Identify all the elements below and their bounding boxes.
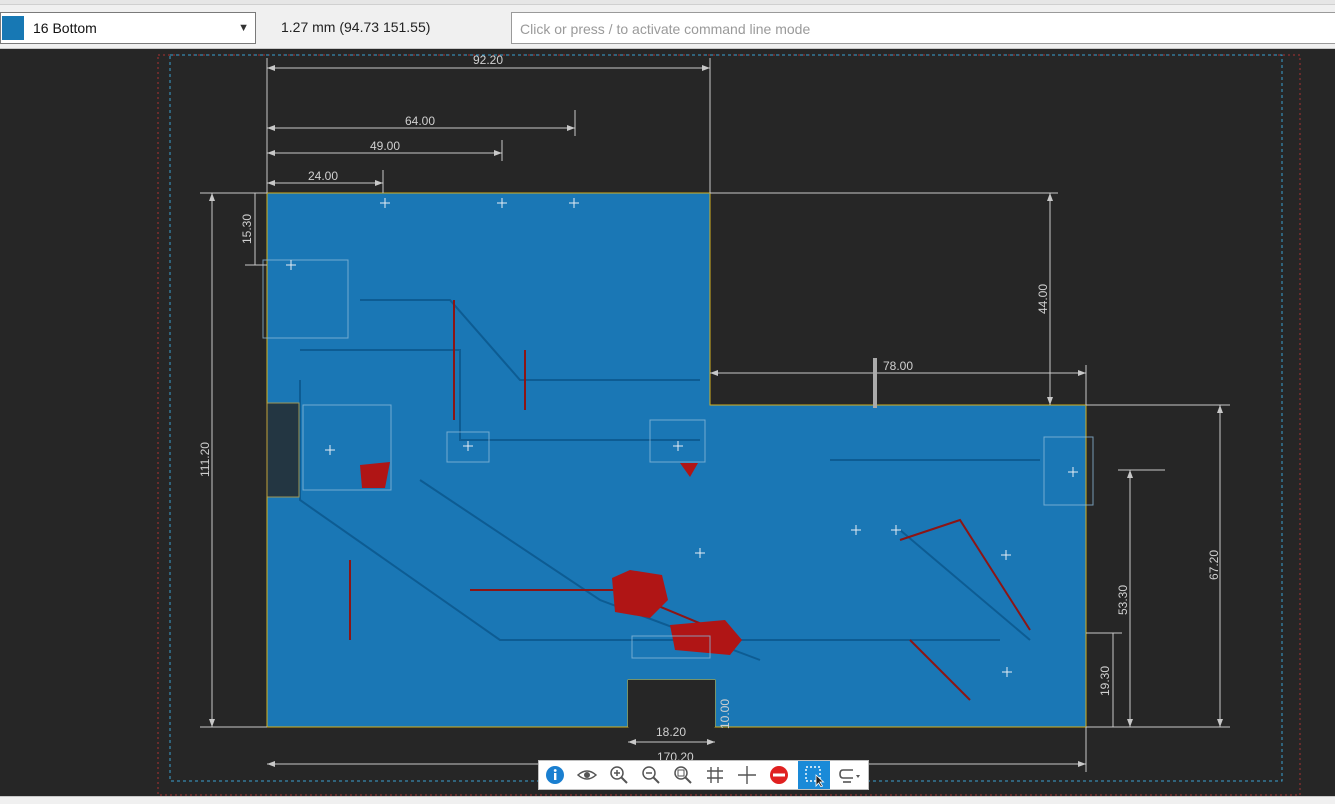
info-icon[interactable] bbox=[539, 761, 571, 789]
route-icon[interactable] bbox=[833, 761, 865, 789]
dimension-label: 111.20 bbox=[198, 442, 212, 477]
dimension-label: 15.30 bbox=[240, 213, 254, 244]
dimension-label: 67.20 bbox=[1207, 549, 1221, 580]
command-line-placeholder: Click or press / to activate command lin… bbox=[520, 21, 811, 37]
stop-icon[interactable] bbox=[763, 761, 795, 789]
cursor-coordinates: 1.27 mm (94.73 151.55) bbox=[281, 19, 431, 35]
dimension-label: 64.00 bbox=[405, 114, 436, 128]
dimension-label: 10.00 bbox=[718, 698, 732, 729]
layer-selector[interactable]: 16 Bottom ▼ bbox=[0, 12, 256, 44]
top-toolbar: 16 Bottom ▼ 1.27 mm (94.73 151.55) Click… bbox=[0, 0, 1335, 49]
pcb-board-drawing bbox=[157, 54, 1301, 796]
grid-icon[interactable] bbox=[699, 761, 731, 789]
dimension-label: 19.30 bbox=[1098, 665, 1112, 696]
toolbar-separator bbox=[0, 0, 1335, 5]
zoom-in-icon[interactable] bbox=[603, 761, 635, 789]
crosshair-icon[interactable] bbox=[731, 761, 763, 789]
layer-color-swatch bbox=[2, 16, 24, 40]
zoom-out-icon[interactable] bbox=[635, 761, 667, 789]
eye-icon[interactable] bbox=[571, 761, 603, 789]
dimension-label: 18.20 bbox=[656, 725, 687, 739]
dimension-label: 24.00 bbox=[308, 169, 339, 183]
command-line-input[interactable]: Click or press / to activate command lin… bbox=[511, 12, 1335, 44]
chevron-down-icon[interactable]: ▼ bbox=[238, 22, 249, 34]
dimension-label: 53.30 bbox=[1116, 584, 1130, 615]
dimension-label: 49.00 bbox=[370, 139, 401, 153]
dimension-label: 92.20 bbox=[473, 53, 504, 67]
dimension-label: 44.00 bbox=[1036, 283, 1050, 314]
zoom-fit-icon[interactable] bbox=[667, 761, 699, 789]
pcb-canvas[interactable]: 92.20 64.00 49.00 24.00 15.30 111.20 44.… bbox=[0, 49, 1335, 796]
layer-selector-value: 16 Bottom bbox=[33, 20, 97, 36]
select-icon[interactable] bbox=[798, 761, 830, 789]
dimension-label: 78.00 bbox=[883, 359, 914, 373]
canvas-toolbar bbox=[538, 760, 869, 790]
